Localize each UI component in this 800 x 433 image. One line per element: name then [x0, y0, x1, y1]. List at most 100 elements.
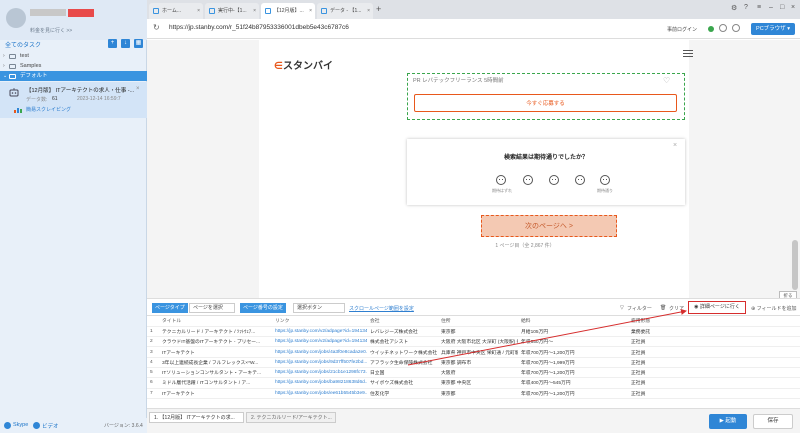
cell-salary[interactable]: 年収700万円～1,200万円: [518, 346, 628, 358]
cell-salary[interactable]: 年収700万円～1,200万円: [518, 367, 628, 379]
next-page-button[interactable]: 次のページへ >: [481, 215, 617, 237]
page-num-select[interactable]: 選択ボタン: [293, 303, 345, 313]
table-row[interactable]: 6 ミドル層代活躍 / ITコンサルタント / ア... https://jp.…: [147, 377, 800, 389]
close-icon[interactable]: ×: [309, 3, 312, 19]
cell-title[interactable]: クラウドIT基盤のITアーキテクト - プリセー...: [159, 336, 272, 348]
chevron-right-icon[interactable]: ›: [3, 61, 5, 71]
avatar[interactable]: [6, 8, 26, 28]
new-tab-icon[interactable]: +: [376, 4, 381, 14]
cell-company[interactable]: 住友化学: [367, 388, 438, 399]
cell-link[interactable]: https://jp.stanby.com/jobs/9d37ff507fe2b…: [272, 357, 367, 368]
window-close-icon[interactable]: ×: [791, 4, 795, 11]
face-very-good-icon[interactable]: [600, 175, 610, 185]
scrollbar[interactable]: [792, 240, 798, 290]
url-field[interactable]: https://jp.stanby.com/r_51f24b8795333600…: [169, 24, 349, 31]
hamburger-menu-icon[interactable]: [683, 50, 693, 59]
close-icon[interactable]: ×: [673, 142, 677, 149]
cell-title[interactable]: 3年以上連続成長企業 / フルフレックス×*W...: [159, 357, 272, 368]
cell-address[interactable]: 大阪府: [438, 367, 518, 379]
clear-button[interactable]: クリア: [669, 305, 684, 312]
table-row[interactable]: 3 ITアーキテクト https://jp.stanby.com/jobs/4a…: [147, 346, 800, 358]
cell-employment[interactable]: 正社員: [628, 346, 800, 358]
grid-view-icon[interactable]: ▦: [134, 39, 143, 48]
favorite-heart-icon[interactable]: ♡: [663, 76, 670, 85]
cell-link[interactable]: https://jp.stanby.com/jobs/ee61b5545b3e9…: [272, 388, 367, 399]
add-field-button[interactable]: ⊕ フィールドを追加: [751, 305, 797, 312]
video-link[interactable]: ビデオ: [42, 422, 59, 430]
trash-icon[interactable]: 🗑: [660, 305, 666, 311]
task-item[interactable]: 【12月版】 ITアーキテクトの求人・仕事 -... × データ数: 61 20…: [0, 82, 147, 118]
table-row[interactable]: 1 テクニカルリード / アーキテクト / ｿﾌﾄｳｪｱ... https://…: [147, 326, 800, 338]
face-good-icon[interactable]: [575, 175, 585, 185]
import-icon[interactable]: ↓: [121, 39, 130, 48]
proxy-icon[interactable]: [732, 24, 740, 32]
cell-company[interactable]: アフラック生命保険株式会社: [367, 357, 438, 368]
cell-link[interactable]: https://jp.stanby.com/jobs/21cb1e1298fc7…: [272, 367, 367, 379]
job-card[interactable]: PR レバテックフリーランス 5時間前 ♡ 今すぐ応募する: [407, 73, 685, 120]
cell-link[interactable]: https://jp.stanby.com/v2/adpage?id=19413…: [272, 336, 367, 348]
menu-icon[interactable]: ≡: [757, 4, 761, 11]
cell-address[interactable]: 東京都: [438, 388, 518, 399]
table-row[interactable]: 5 ITソリューションコンサルタント・アーキテ... https://jp.st…: [147, 367, 800, 379]
table-row[interactable]: 2 クラウドIT基盤のITアーキテクト - プリセー... https://jp…: [147, 336, 800, 348]
minimize-icon[interactable]: –: [769, 4, 773, 11]
video-icon[interactable]: [33, 422, 40, 429]
cell-address[interactable]: 兵庫県 神戸市中央区 栄町通 / 元町駅 徒歩4分: [438, 346, 518, 358]
pc-browser-dropdown[interactable]: PCブラウザ ▾: [751, 23, 795, 35]
tab-data[interactable]: データ - 【1... ×: [317, 3, 373, 19]
go-detail-page-button[interactable]: ◉ 詳細ページに行く: [688, 301, 746, 314]
cell-employment[interactable]: 業務委託: [628, 326, 800, 338]
cookie-icon[interactable]: [719, 24, 727, 32]
cell-salary[interactable]: 年収400万円～545万円: [518, 377, 628, 389]
cell-company[interactable]: レバレジーズ株式会社: [367, 326, 438, 338]
filter-icon[interactable]: ▽: [620, 305, 624, 311]
column-header[interactable]: 雇用形態: [628, 316, 800, 327]
maximize-icon[interactable]: □: [780, 4, 784, 11]
cell-salary[interactable]: 年収700万円～1,200万円: [518, 388, 628, 399]
all-tasks-label[interactable]: 全てのタスク: [5, 40, 41, 49]
cell-link[interactable]: https://jp.stanby.com/jobs/ba98218638d6d…: [272, 377, 367, 389]
reload-icon[interactable]: ↻: [153, 23, 160, 32]
close-icon[interactable]: ×: [136, 86, 140, 92]
cell-employment[interactable]: 正社員: [628, 377, 800, 389]
face-bad-icon[interactable]: [523, 175, 533, 185]
tab-current-page[interactable]: 【12月版】... ×: [261, 3, 315, 19]
help-icon[interactable]: ?: [744, 4, 748, 11]
cell-company[interactable]: サイボウズ株式会社: [367, 377, 438, 389]
cell-address[interactable]: 大阪府 大阪市北区 大深町 (大阪駅) 徒歩4分: [438, 336, 518, 348]
tab-running[interactable]: 実行中-【1... ×: [205, 3, 259, 19]
folder-default[interactable]: ⌄ デフォルト: [0, 71, 147, 81]
cell-employment[interactable]: 正社員: [628, 388, 800, 399]
skype-icon[interactable]: [4, 422, 11, 429]
face-very-bad-icon[interactable]: [496, 175, 506, 185]
pre-login-link[interactable]: 事前ログイン: [667, 26, 697, 33]
cell-title[interactable]: ITソリューションコンサルタント・アーキテ...: [159, 367, 272, 379]
close-icon[interactable]: ×: [197, 3, 200, 19]
cell-title[interactable]: ITアーキテクト: [159, 388, 272, 399]
cell-employment[interactable]: 正社員: [628, 336, 800, 348]
user-profile[interactable]: 料金を見に行く >>: [0, 0, 147, 40]
skype-link[interactable]: Skype: [13, 422, 28, 428]
chevron-right-icon[interactable]: ›: [3, 51, 5, 61]
apply-now-button[interactable]: 今すぐ応募する: [414, 94, 677, 112]
cell-company[interactable]: 日立国: [367, 367, 438, 379]
table-row[interactable]: 7 ITアーキテクト https://jp.stanby.com/jobs/ee…: [147, 388, 800, 399]
scroll-range-link[interactable]: スクロールページ範囲を設定: [349, 305, 414, 312]
cell-link[interactable]: https://jp.stanby.com/v2/adpage?id=19413…: [272, 326, 367, 338]
cell-employment[interactable]: 正社員: [628, 367, 800, 379]
cell-link[interactable]: https://jp.stanby.com/jobs/4a3f0e8cada2e…: [272, 346, 367, 358]
new-folder-icon[interactable]: +: [108, 39, 117, 48]
column-header[interactable]: 住所: [438, 316, 518, 327]
run-button[interactable]: ▶ 起動: [709, 414, 747, 429]
cell-employment[interactable]: 正社員: [628, 357, 800, 368]
cell-address[interactable]: 東京都 中央区: [438, 377, 518, 389]
filter-button[interactable]: フィルター: [627, 305, 652, 312]
cell-salary[interactable]: 月給105万円: [518, 326, 628, 338]
settings-icon[interactable]: ⚙: [731, 4, 737, 12]
cell-title[interactable]: ミドル層代活躍 / ITコンサルタント / ア...: [159, 377, 272, 389]
column-header[interactable]: タイトル: [159, 316, 272, 327]
result-tab-2[interactable]: 2. テクニカルリード/アーキテクト...: [246, 412, 336, 423]
collapse-button[interactable]: 折る: [779, 291, 797, 298]
cell-title[interactable]: テクニカルリード / アーキテクト / ｿﾌﾄｳｪｱ...: [159, 326, 272, 338]
folder-test[interactable]: › test: [0, 51, 147, 61]
